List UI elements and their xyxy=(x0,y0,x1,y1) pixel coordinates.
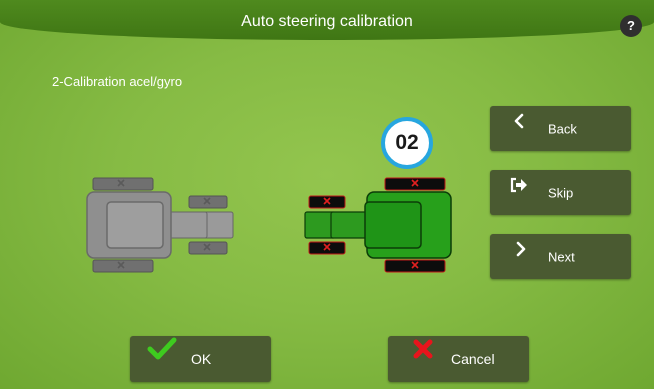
back-button[interactable]: Back xyxy=(490,106,631,151)
tractor-active-icon[interactable] xyxy=(304,176,453,274)
next-label: Next xyxy=(548,249,575,264)
ok-button[interactable]: OK xyxy=(130,336,271,382)
title-bar: Auto steering calibration ? xyxy=(0,0,654,40)
chevron-left-icon xyxy=(514,113,524,128)
chevron-right-icon xyxy=(516,241,526,256)
x-icon xyxy=(413,339,433,359)
skip-label: Skip xyxy=(548,185,574,200)
cancel-button[interactable]: Cancel xyxy=(388,336,529,382)
exit-arrow-icon xyxy=(510,177,527,192)
check-icon xyxy=(147,337,177,360)
step-label: 2-Calibration acel/gyro xyxy=(52,74,183,89)
page-title: Auto steering calibration xyxy=(241,13,413,30)
back-label: Back xyxy=(548,121,577,136)
help-button[interactable]: ? xyxy=(620,15,642,37)
step-number-badge: 02 xyxy=(381,117,433,169)
next-button[interactable]: Next xyxy=(490,234,631,279)
ok-label: OK xyxy=(191,351,212,367)
calibration-screen: Auto steering calibration ? 2-Calibratio… xyxy=(0,0,654,389)
skip-button[interactable]: Skip xyxy=(490,170,631,215)
tractor-inactive-icon xyxy=(86,177,234,273)
cancel-label: Cancel xyxy=(451,351,495,367)
